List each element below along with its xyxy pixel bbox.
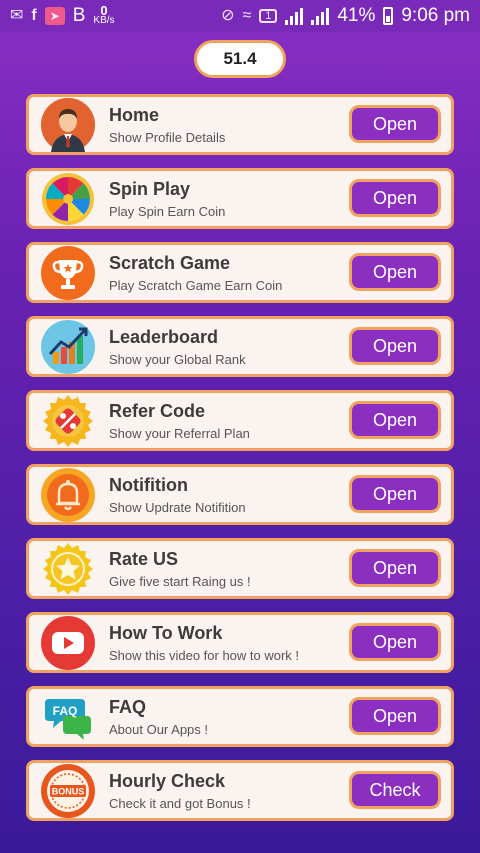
network-speed-unit: KB/s [93, 15, 115, 26]
open-button[interactable]: Open [349, 475, 441, 513]
menu-card-faq[interactable]: FAQ FAQ About Our Apps ! Open [26, 686, 454, 747]
facebook-notification-icon: f [31, 7, 37, 24]
menu-card-scratch-game[interactable]: Scratch Game Play Scratch Game Earn Coin… [26, 242, 454, 303]
profile-avatar-icon [41, 97, 95, 152]
menu-card-spin-play[interactable]: Spin Play Play Spin Earn Coin Open [26, 168, 454, 229]
open-button[interactable]: Open [349, 697, 441, 735]
menu-card-refer-code[interactable]: Refer Code Show your Referral Plan Open [26, 390, 454, 451]
youtube-play-icon [41, 615, 95, 670]
menu-card-how-to-work[interactable]: How To Work Show this video for how to w… [26, 612, 454, 673]
signal-2-icon [311, 7, 330, 25]
bell-icon [41, 467, 95, 522]
open-button[interactable]: Open [349, 105, 441, 143]
status-bar-left: ✉ f ➤ B 0 KB/s [10, 4, 115, 27]
percent-badge-icon [41, 394, 95, 448]
menu-card-hourly-check[interactable]: BONUS Hourly Check Check it and got Bonu… [26, 760, 454, 821]
menu-list: Home Show Profile Details Open Spin Play [26, 94, 454, 834]
open-button[interactable]: Open [349, 253, 441, 291]
battery-icon [383, 7, 394, 25]
bonus-icon-text: BONUS [52, 786, 85, 796]
app-notification-icon: ➤ [44, 7, 65, 25]
open-button[interactable]: Open [349, 179, 441, 217]
bar-chart-icon [41, 319, 95, 374]
sim-icon: 1 [259, 9, 278, 23]
coin-balance: 51.4 [194, 40, 286, 78]
open-button[interactable]: Open [349, 327, 441, 365]
battery-percent: 41% [337, 5, 376, 26]
spin-wheel-icon [41, 172, 95, 226]
trophy-icon [41, 245, 95, 300]
menu-card-rate-us[interactable]: Rate US Give five start Raing us ! Open [26, 538, 454, 599]
clock: 9:06 pm [401, 5, 470, 26]
open-button[interactable]: Open [349, 623, 441, 661]
b-notification-icon: B [72, 5, 86, 26]
status-bar: ✉ f ➤ B 0 KB/s ⊘ ≈ 1 41% 9:06 pm [0, 0, 480, 32]
wifi-icon: ≈ [242, 7, 252, 24]
message-notification-icon: ✉ [10, 7, 24, 24]
signal-icon [285, 7, 304, 25]
check-button[interactable]: Check [349, 771, 441, 809]
star-badge-icon [41, 542, 95, 596]
open-button[interactable]: Open [349, 401, 441, 439]
faq-icon-text: FAQ [53, 704, 78, 718]
bonus-badge-icon: BONUS [41, 763, 95, 818]
menu-card-home[interactable]: Home Show Profile Details Open [26, 94, 454, 155]
menu-card-notifition[interactable]: Notifition Show Updrate Notifition Open [26, 464, 454, 525]
mute-icon: ⊘ [221, 7, 235, 24]
network-speed: 0 KB/s [93, 4, 115, 26]
open-button[interactable]: Open [349, 549, 441, 587]
status-bar-right: ⊘ ≈ 1 41% 9:06 pm [221, 5, 470, 27]
menu-card-leaderboard[interactable]: Leaderboard Show your Global Rank Open [26, 316, 454, 377]
faq-chat-icon: FAQ [41, 690, 95, 744]
